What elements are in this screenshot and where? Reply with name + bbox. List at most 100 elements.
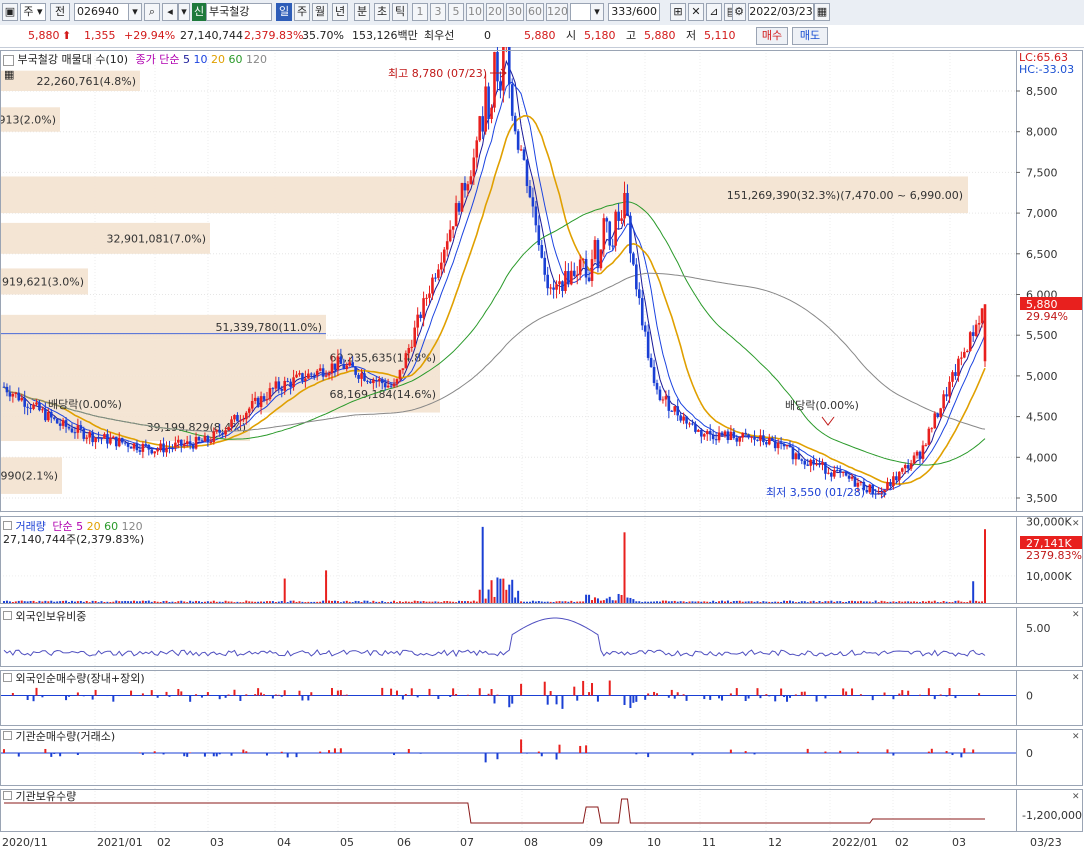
count-input[interactable]: 333/600 [608, 3, 660, 21]
volume-legend-checkbox[interactable] [3, 521, 12, 530]
foreign-net-bar [824, 695, 827, 699]
candle-body [732, 431, 736, 439]
interval-60[interactable]: 60 [526, 3, 544, 21]
inst-net-bar [245, 751, 248, 753]
volume-bar [496, 577, 499, 603]
indicator-icon[interactable]: ⊿ [706, 3, 722, 21]
volume-bar [611, 600, 614, 603]
interval-10[interactable]: 10 [466, 3, 484, 21]
period-month[interactable]: 월 [312, 3, 328, 21]
interval-1[interactable]: 1 [412, 3, 428, 21]
layout-icon[interactable]: ▣ [2, 3, 18, 21]
calendar-icon[interactable]: ▦ [814, 3, 830, 21]
period-second[interactable]: 초 [374, 3, 390, 21]
candle-body [694, 423, 697, 432]
fn-checkbox[interactable] [3, 673, 12, 682]
dropdown-icon-3[interactable]: ▾ [590, 3, 604, 21]
volume-bar [351, 602, 354, 603]
foreign-net-bar [596, 695, 599, 702]
period-week[interactable]: 주 [294, 3, 310, 21]
sell-button[interactable]: 매도 [792, 27, 828, 45]
legend-checkbox[interactable] [3, 54, 14, 66]
volume-bar [221, 601, 224, 603]
interval-3[interactable]: 3 [430, 3, 446, 21]
candle-body [534, 206, 538, 226]
volume-bar [812, 600, 815, 603]
code-input[interactable]: 026940 [74, 3, 130, 21]
candle-body [73, 432, 77, 434]
volume-bar [118, 601, 121, 603]
candle-body [960, 357, 963, 359]
candle-body [419, 314, 422, 319]
period-year[interactable]: 년 [332, 3, 348, 21]
inst-net-bar [856, 751, 859, 753]
volume-bar [960, 601, 963, 603]
candle-body [673, 406, 677, 412]
candle-body [587, 277, 591, 282]
candle-body [912, 455, 916, 464]
foreign-net-bar [918, 694, 921, 696]
volume-bar [635, 601, 638, 603]
dropdown-icon-2[interactable]: ▾ [178, 3, 190, 21]
candle-body [759, 435, 762, 441]
inst-net-bar [203, 753, 206, 757]
turnover-rate: 35.70% [302, 29, 344, 42]
candle-body [895, 476, 898, 481]
volume-bar [68, 602, 71, 603]
candle-body [791, 447, 795, 460]
volume-bar [718, 601, 721, 603]
interval-30[interactable]: 30 [506, 3, 524, 21]
candle-body [871, 484, 875, 494]
interval-20[interactable]: 20 [486, 3, 504, 21]
inst-net-bar [579, 745, 582, 753]
speaker-icon[interactable]: ◂ [162, 3, 178, 21]
x-tick-label: 2021/01 [97, 836, 143, 849]
candle-type-icon[interactable]: ⊞ [670, 3, 686, 21]
volume-bar [233, 602, 236, 603]
compare-icon[interactable]: ✕ [688, 3, 704, 21]
inst-net-bar [141, 753, 144, 755]
table-icon[interactable]: ▦ [4, 68, 14, 81]
inst-net-bar [286, 753, 289, 758]
buy-button[interactable]: 매수 [756, 27, 788, 45]
period-minute[interactable]: 분 [354, 3, 370, 21]
search-icon[interactable]: ⌕ [144, 3, 160, 21]
inst-net-bar [50, 753, 53, 757]
candle-body [909, 463, 913, 469]
period-day[interactable]: 일 [276, 3, 292, 21]
ih-checkbox[interactable] [3, 791, 12, 800]
volume-bar [469, 601, 472, 603]
volume-bar [768, 601, 771, 603]
volume-bar [880, 600, 883, 603]
candle-body [773, 440, 777, 449]
volume-bar [709, 601, 712, 603]
candle-body [487, 86, 490, 120]
interval-120[interactable]: 120 [546, 3, 568, 21]
candle-body [41, 409, 44, 411]
date-input[interactable]: 2022/03/23 [748, 3, 814, 21]
gear-icon[interactable]: ⚙ [732, 3, 746, 21]
candle-body [809, 459, 812, 466]
fr-checkbox[interactable] [3, 611, 12, 620]
candle-body [457, 203, 461, 212]
volume-bar [585, 594, 588, 603]
foreign-net-bar [927, 688, 930, 696]
period-button[interactable]: 전 [50, 3, 70, 21]
foreign-net-bar [892, 695, 895, 700]
inst-net-bar [753, 753, 756, 755]
volume-bar [865, 601, 868, 603]
volume-bar [218, 601, 221, 603]
candle-body [640, 298, 644, 326]
period-tick[interactable]: 틱 [392, 3, 408, 21]
panel-frame-3 [0, 670, 1083, 726]
dropdown-icon[interactable]: ▾ [128, 3, 142, 21]
in-checkbox[interactable] [3, 731, 12, 740]
foreign-net-bar [588, 692, 591, 696]
interval-5[interactable]: 5 [448, 3, 464, 21]
candle-body [188, 441, 192, 445]
volume-bar [395, 602, 398, 603]
candle-body [413, 327, 417, 347]
market-select[interactable]: 주 ▾ [20, 3, 46, 21]
candle-body [889, 482, 892, 486]
candle-body [404, 353, 408, 369]
